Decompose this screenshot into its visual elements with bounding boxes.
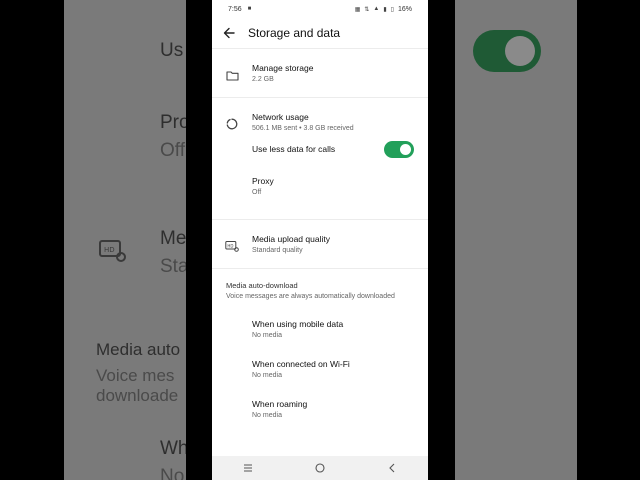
svg-text:HD: HD — [104, 246, 115, 254]
bg-text-pro: Pro — [160, 112, 186, 133]
mobile-data-title: When using mobile data — [252, 319, 344, 329]
battery-level: 16% — [397, 5, 412, 13]
background-left: Us Pro Off HD Me Sta Media auto Voice me… — [64, 0, 186, 480]
use-less-data-row[interactable]: Use less data for calls — [212, 138, 428, 170]
auto-download-note: Voice messages are always automatically … — [226, 293, 395, 300]
bg-text-me: Me — [160, 228, 186, 249]
phone-screen: 7:56 ■ ▦ ⇅ ▲ ▮ ▯ 16% Storage and data Ma… — [212, 0, 428, 480]
roaming-row[interactable]: When roaming No media — [212, 393, 428, 433]
status-bar: 7:56 ■ ▦ ⇅ ▲ ▮ ▯ 16% — [212, 0, 428, 18]
media-hd-icon: HD — [224, 238, 240, 254]
mobile-data-row[interactable]: When using mobile data No media — [212, 313, 428, 353]
bg-text-downloade: downloade — [96, 386, 179, 405]
page-title: Storage and data — [248, 26, 341, 40]
auto-download-section-header: Media auto-download Voice messages are a… — [212, 269, 428, 313]
roaming-title: When roaming — [252, 399, 308, 409]
manage-storage-subtitle: 2.2 GB — [252, 76, 274, 83]
media-upload-quality-subtitle: Standard quality — [252, 247, 303, 254]
bg-text-sta: Sta — [160, 256, 186, 277]
bg-text-wh: Wh — [160, 438, 186, 459]
proxy-title: Proxy — [252, 176, 274, 186]
auto-download-heading: Media auto-download — [226, 281, 298, 290]
roaming-subtitle: No media — [252, 412, 282, 419]
network-usage-row[interactable]: Network usage 506.1 MB sent • 3.8 GB rec… — [212, 98, 428, 138]
bg-toggle — [473, 30, 541, 72]
back-icon[interactable] — [380, 458, 404, 478]
bg-text-media-auto: Media auto — [96, 340, 181, 359]
manage-storage-title: Manage storage — [252, 63, 314, 73]
use-less-data-toggle[interactable] — [384, 141, 414, 158]
bg-media-hd-icon: HD — [98, 238, 126, 262]
wifi-row[interactable]: When connected on Wi-Fi No media — [212, 353, 428, 393]
data-icon: ⇅ — [364, 6, 370, 13]
network-usage-subtitle: 506.1 MB sent • 3.8 GB received — [252, 125, 354, 132]
status-time: 7:56 — [228, 5, 242, 13]
sim-icon: ▦ — [354, 6, 361, 13]
bg-text-us: Us — [160, 40, 184, 61]
proxy-row[interactable]: Proxy Off — [212, 170, 428, 219]
background-right — [455, 0, 577, 480]
proxy-subtitle: Off — [252, 189, 262, 196]
recents-icon[interactable] — [236, 458, 260, 478]
wifi-subtitle: No media — [252, 372, 282, 379]
signal-icon: ▮ — [383, 6, 387, 13]
bg-text-no: No — [160, 466, 185, 480]
svg-text:HD: HD — [227, 243, 233, 248]
manage-storage-row[interactable]: Manage storage 2.2 GB — [212, 49, 428, 97]
back-arrow-icon[interactable] — [220, 24, 238, 42]
battery-icon: ▯ — [390, 6, 394, 13]
system-nav-bar — [212, 456, 428, 480]
home-icon[interactable] — [308, 458, 332, 478]
bg-text-off: Off — [160, 140, 185, 161]
folder-icon — [224, 67, 240, 83]
app-bar: Storage and data — [212, 18, 428, 48]
network-usage-icon — [224, 116, 240, 132]
media-upload-quality-row[interactable]: HD Media upload quality Standard quality — [212, 220, 428, 268]
wifi-title: When connected on Wi-Fi — [252, 359, 350, 369]
network-usage-title: Network usage — [252, 112, 309, 122]
video-call-icon: ■ — [247, 6, 252, 12]
wifi-icon: ▲ — [373, 6, 380, 12]
media-upload-quality-title: Media upload quality — [252, 234, 330, 244]
use-less-data-title: Use less data for calls — [252, 144, 336, 154]
mobile-data-subtitle: No media — [252, 332, 282, 339]
bg-text-voice: Voice mes — [96, 366, 175, 385]
